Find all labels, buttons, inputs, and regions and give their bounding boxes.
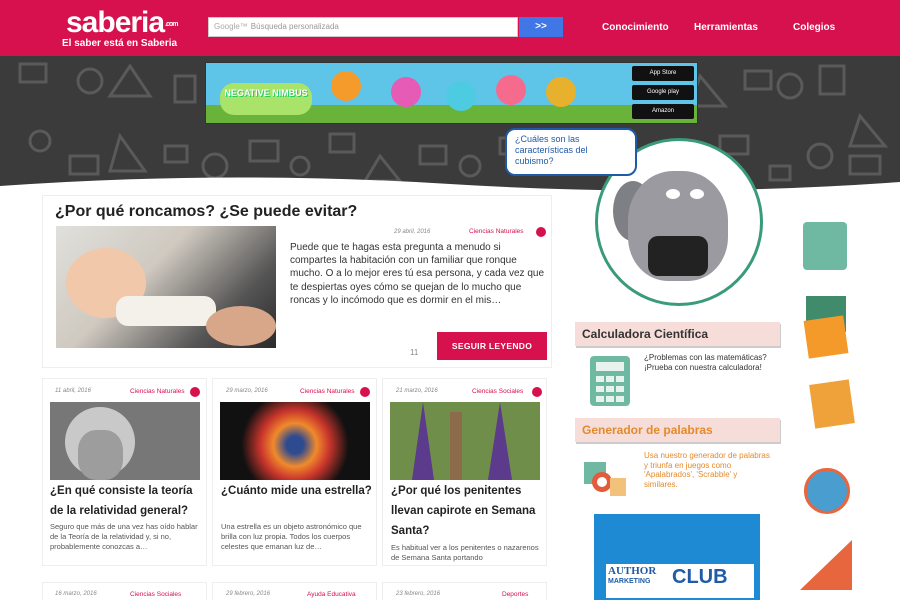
card-category[interactable]: Ciencias Naturales — [300, 388, 355, 395]
comment-count: 11 — [410, 348, 419, 357]
ad-line1: AUTHOR — [608, 565, 657, 577]
card-category[interactable]: Ciencias Sociales — [472, 388, 523, 395]
site-logo[interactable]: saberia.com — [66, 6, 178, 40]
flower-icon — [546, 77, 576, 107]
featured-date: 29 abril, 2016 — [394, 229, 431, 235]
category-icon — [532, 387, 542, 397]
child-arm — [116, 296, 216, 326]
card-date: 16 marzo, 2016 — [55, 591, 97, 597]
flower-icon — [391, 77, 421, 107]
calculator-icon — [803, 222, 847, 270]
featured-excerpt: Puede que te hagas esta pregunta a menud… — [290, 242, 545, 306]
card-image-penitentes[interactable] — [390, 402, 540, 480]
elephant-eye — [690, 189, 704, 199]
word-generator-icon[interactable] — [582, 460, 630, 500]
nav-herramientas[interactable]: Herramientas — [694, 22, 758, 33]
elephant-eye — [666, 189, 680, 199]
author-marketing-club-ad[interactable]: AUTHOR MARKETING CLUB — [594, 514, 760, 600]
skull-shirt — [648, 236, 708, 276]
mascot-speech-bubble[interactable]: ¿Cuáles son las características del cubi… — [505, 128, 637, 176]
search-brand: Google™ — [214, 22, 248, 31]
card-image-star[interactable] — [220, 402, 370, 480]
search-button[interactable]: >> — [519, 17, 563, 37]
card-category[interactable]: Ayuda Educativa — [307, 591, 356, 598]
globe-icon — [804, 468, 850, 514]
card-title[interactable]: ¿Por qué los penitentes llevan capirote … — [391, 481, 549, 541]
card-excerpt: Seguro que más de una vez has oído habla… — [50, 522, 198, 551]
word-generator-text: Usa nuestro generador de palabras y triu… — [644, 451, 770, 489]
card-date: 23 febrero, 2016 — [396, 591, 441, 597]
flower-icon — [496, 75, 526, 105]
app-store-badge[interactable]: App Store — [632, 66, 694, 81]
card-date: 11 abril, 2016 — [55, 388, 91, 394]
card-date: 29 marzo, 2016 — [226, 388, 268, 394]
abc-book-icon — [809, 379, 855, 429]
featured-category[interactable]: Ciencias Naturales — [469, 228, 524, 235]
card-excerpt: Es habitual ver a los penitentes o nazar… — [391, 543, 539, 562]
category-icon — [190, 387, 200, 397]
nav-conocimiento[interactable]: Conocimiento — [602, 22, 669, 33]
card-title[interactable]: ¿Cuánto mide una estrella? — [221, 481, 379, 501]
calculator-icon[interactable] — [590, 356, 630, 406]
card-date: 29 febrero, 2016 — [226, 591, 271, 597]
category-icon — [360, 387, 370, 397]
ruler-triangle-icon — [800, 540, 852, 590]
nav-colegios[interactable]: Colegios — [793, 22, 835, 33]
calculator-title[interactable]: Calculadora Científica — [575, 322, 780, 346]
sleeping-man — [206, 306, 276, 346]
calculator-text: ¿Problemas con las matemáticas? ¡Prueba … — [644, 353, 767, 372]
card-image-einstein[interactable] — [50, 402, 200, 480]
card-category[interactable]: Ciencias Sociales — [130, 591, 181, 598]
card-date: 21 marzo, 2016 — [396, 388, 438, 394]
banner-title: NEGATIVE NIMBUS — [220, 83, 312, 115]
amazon-badge[interactable]: Amazon — [632, 104, 694, 119]
card-title[interactable]: ¿En qué consiste la teoría de la relativ… — [50, 481, 208, 521]
featured-image[interactable] — [56, 226, 276, 348]
ad-line3: CLUB — [672, 566, 728, 588]
card-category[interactable]: Deportes — [502, 591, 528, 598]
read-more-button[interactable]: SEGUIR LEYENDO — [437, 332, 547, 360]
card-excerpt: Una estrella es un objeto astronómico qu… — [221, 522, 362, 551]
wave-divider — [0, 177, 900, 200]
flower-icon — [446, 81, 476, 111]
category-icon — [536, 227, 546, 237]
search-input[interactable]: Google™ Búsqueda personalizada — [208, 17, 518, 37]
ad-line2: MARKETING — [608, 578, 651, 585]
banner-ad[interactable]: NEGATIVE NIMBUS App Store Google play Am… — [205, 62, 698, 124]
letter-block-icon — [803, 315, 849, 359]
flower-icon — [331, 71, 361, 101]
featured-title[interactable]: ¿Por qué roncamos? ¿Se puede evitar? — [55, 203, 357, 221]
card-category[interactable]: Ciencias Naturales — [130, 388, 185, 395]
google-play-badge[interactable]: Google play — [632, 85, 694, 100]
site-slogan: El saber está en Saberia — [62, 38, 178, 49]
search-placeholder: Búsqueda personalizada — [250, 22, 339, 31]
word-generator-title[interactable]: Generador de palabras — [575, 418, 780, 442]
